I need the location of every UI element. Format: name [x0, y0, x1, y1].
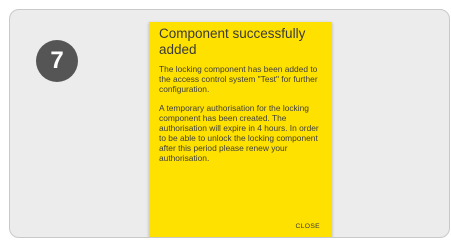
step-number-badge: 7: [36, 40, 78, 82]
dialog-message-authorisation: A temporary authorisation for the lockin…: [159, 103, 319, 163]
dialog-title: Component successfully added: [159, 26, 306, 57]
confirmation-dialog: Component successfully added The locking…: [149, 22, 332, 237]
close-button[interactable]: CLOSE: [292, 221, 323, 232]
screenshot-frame: 7 Component successfully added The locki…: [9, 9, 450, 238]
dialog-message-added: The locking component has been added to …: [159, 64, 318, 94]
